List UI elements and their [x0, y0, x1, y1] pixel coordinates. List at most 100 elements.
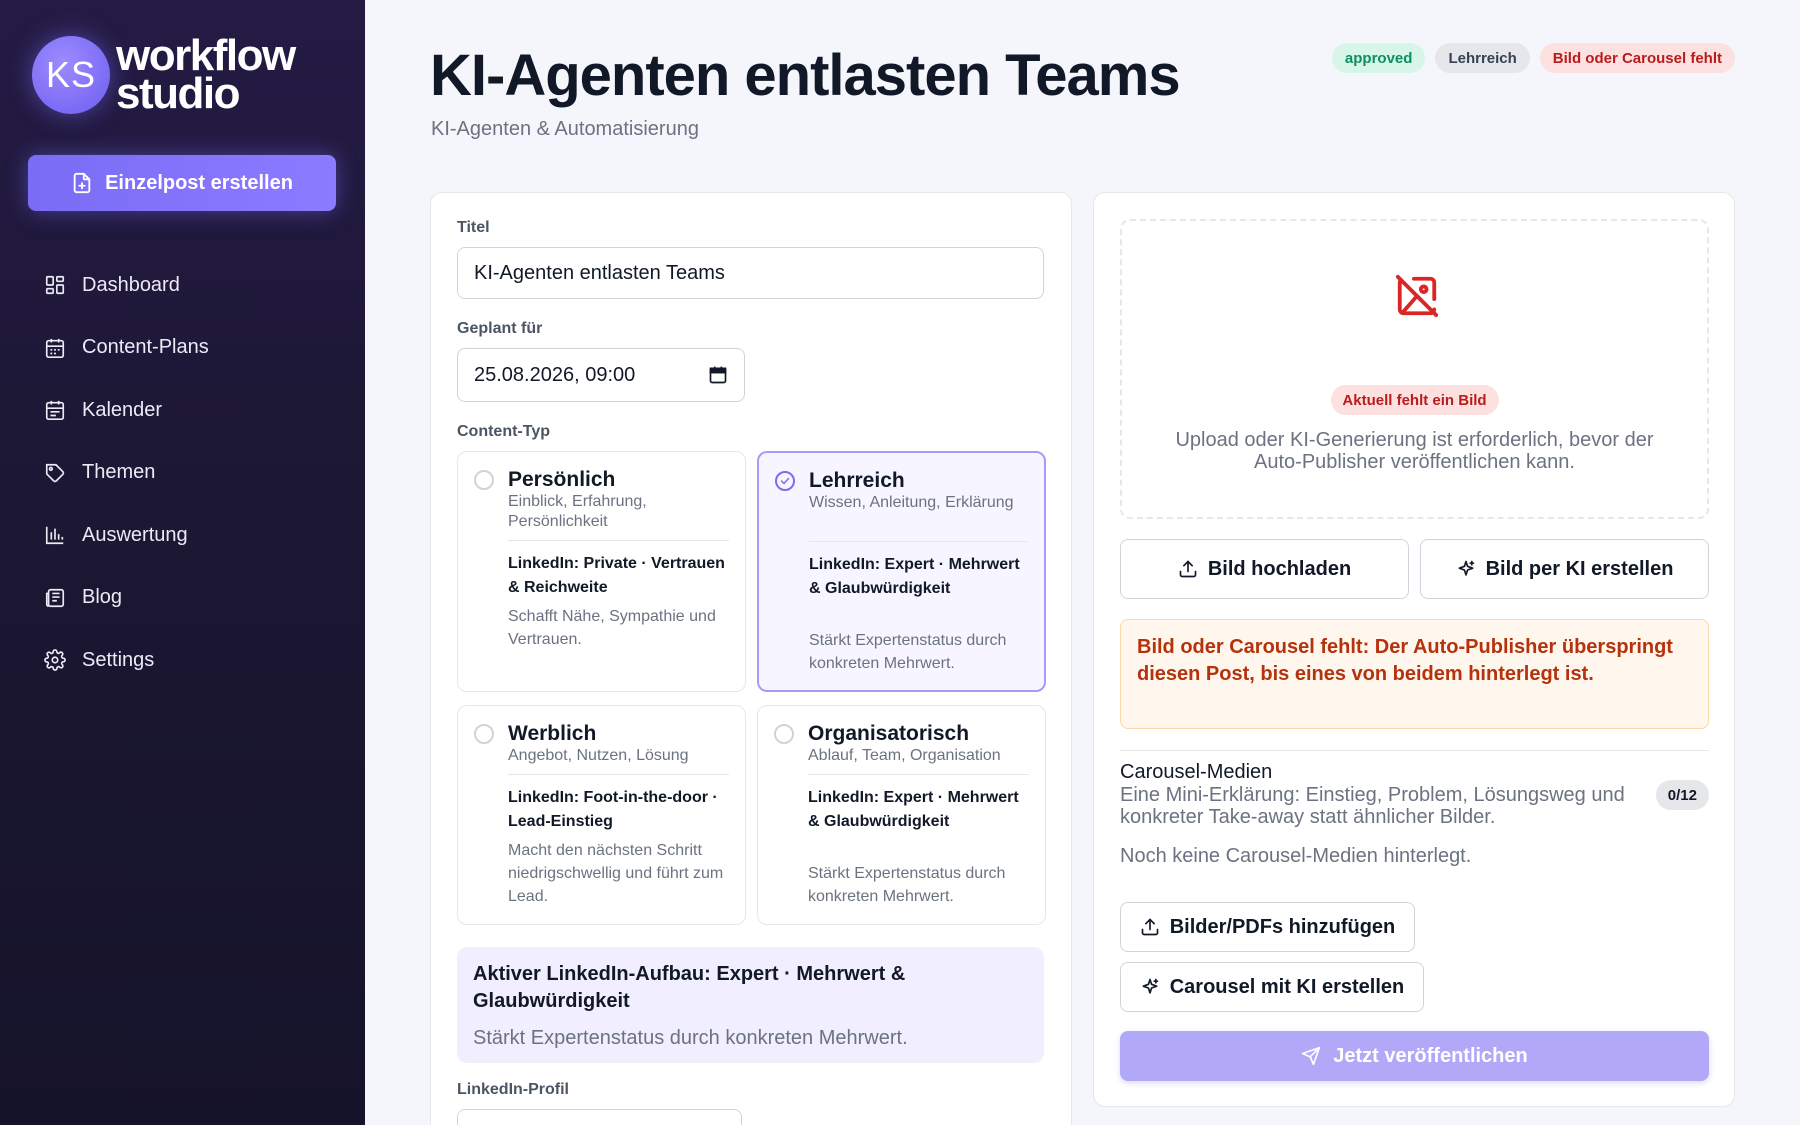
sidebar-item-label: Auswertung: [82, 523, 188, 546]
file-plus-icon: [73, 172, 91, 194]
page-subtitle: KI-Agenten & Automatisierung: [431, 118, 699, 140]
sidebar-item-label: Themen: [82, 461, 156, 484]
option-title: Organisatorisch: [808, 722, 970, 745]
radio-button[interactable]: [474, 724, 494, 744]
publish-now-label: Jetzt veröffentlichen: [1333, 1044, 1528, 1067]
option-note: Stärkt Expertenstatus durch konkreten Me…: [808, 865, 1006, 905]
content-type-option-lehrreich[interactable]: Lehrreich Wissen, Anleitung, Erklärung L…: [757, 451, 1046, 692]
sidebar-item-label: Content-Plans: [82, 336, 209, 359]
newspaper-icon: [45, 588, 65, 607]
sidebar-nav: Dashboard Content-Plans Kalender Themen …: [0, 254, 365, 692]
image-dropzone[interactable]: Aktuell fehlt ein Bild Upload oder KI-Ge…: [1120, 219, 1709, 519]
logo-mark: KS: [32, 36, 110, 114]
scheduled-label: Geplant für: [457, 320, 543, 337]
publish-now-button[interactable]: Jetzt veröffentlichen: [1120, 1031, 1709, 1081]
section-divider: [1120, 750, 1709, 751]
scheduled-datetime-input[interactable]: 25.08.2026, 09:00: [457, 348, 745, 402]
status-badges: approved Lehrreich Bild oder Carousel fe…: [1331, 43, 1735, 73]
add-files-label: Bilder/PDFs hinzufügen: [1169, 915, 1396, 938]
upload-image-button[interactable]: Bild hochladen: [1120, 539, 1409, 599]
sidebar-item-blog[interactable]: Blog: [0, 567, 365, 630]
image-missing-badge: Aktuell fehlt ein Bild: [1330, 385, 1499, 415]
image-off-icon: [1395, 274, 1439, 318]
generate-image-ai-button[interactable]: Bild per KI erstellen: [1420, 539, 1709, 599]
option-divider: [809, 541, 1028, 542]
content-type-option-werblich[interactable]: Werblich Angebot, Nutzen, Lösung LinkedI…: [457, 705, 746, 925]
send-icon: [1302, 1046, 1321, 1066]
calendar-icon: [45, 338, 65, 358]
logo-text: workflow studio: [116, 34, 296, 118]
missing-media-warning-text: Bild oder Carousel fehlt: Der Auto-Publi…: [1137, 636, 1673, 685]
radio-button[interactable]: [774, 724, 794, 744]
title-input[interactable]: KI-Agenten entlasten Teams: [457, 247, 1044, 299]
carousel-title: Carousel-Medien: [1120, 761, 1273, 783]
option-linkedin-strategy: LinkedIn: Expert · Mehrwert & Glaubwürdi…: [809, 556, 1020, 597]
sidebar-item-label: Kalender: [82, 398, 163, 421]
create-carousel-ai-button[interactable]: Carousel mit KI erstellen: [1120, 962, 1424, 1012]
create-carousel-ai-label: Carousel mit KI erstellen: [1169, 975, 1405, 998]
media-card: Aktuell fehlt ein Bild Upload oder KI-Ge…: [1093, 192, 1735, 1107]
content-type-option-persoenlich[interactable]: Persönlich Einblick, Erfahrung, Persönli…: [457, 451, 746, 692]
linkedin-profile-select[interactable]: [457, 1109, 742, 1125]
option-description: Wissen, Anleitung, Erklärung: [809, 494, 1014, 511]
dashboard-icon: [45, 276, 65, 295]
bar-chart-icon: [45, 527, 64, 545]
post-details-card: Titel KI-Agenten entlasten Teams Geplant…: [430, 192, 1072, 1125]
logo-line-2: studio: [116, 69, 240, 118]
page-title: KI-Agenten entlasten Teams: [430, 43, 1181, 108]
option-linkedin-strategy: LinkedIn: Private · Vertrauen & Reichwei…: [508, 555, 725, 596]
add-files-button[interactable]: Bilder/PDFs hinzufügen: [1120, 902, 1415, 952]
create-single-post-label: Einzelpost erstellen: [105, 171, 293, 194]
sidebar-item-label: Blog: [82, 586, 123, 609]
upload-image-label: Bild hochladen: [1207, 557, 1352, 580]
tag-icon: [45, 463, 65, 482]
sidebar-item-content-plans[interactable]: Content-Plans: [0, 317, 365, 380]
sidebar-item-settings[interactable]: Settings: [0, 629, 365, 692]
check-icon: [780, 477, 790, 485]
option-title: Persönlich: [508, 468, 616, 491]
option-note: Schafft Nähe, Sympathie und Vertrauen.: [508, 608, 716, 648]
sidebar-item-auswertung[interactable]: Auswertung: [0, 504, 365, 567]
media-missing-badge: Bild oder Carousel fehlt: [1539, 43, 1735, 73]
linkedin-profile-label: LinkedIn-Profil: [457, 1081, 569, 1098]
content-type-option-organisatorisch[interactable]: Organisatorisch Ablauf, Team, Organisati…: [757, 705, 1046, 925]
content-type-label: Content-Typ: [457, 423, 551, 440]
sparkles-icon: [1142, 978, 1159, 994]
active-strategy-text: Stärkt Expertenstatus durch konkreten Me…: [473, 1027, 908, 1049]
sidebar-item-label: Dashboard: [82, 273, 180, 296]
option-divider: [808, 774, 1029, 775]
sidebar-item-dashboard[interactable]: Dashboard: [0, 254, 365, 317]
upload-icon: [1141, 918, 1159, 936]
title-label: Titel: [457, 219, 490, 236]
option-linkedin-strategy: LinkedIn: Expert · Mehrwert & Glaubwürdi…: [808, 789, 1019, 830]
radio-button-checked[interactable]: [775, 471, 795, 491]
sidebar: KS workflow studio Einzelpost erstellen …: [0, 0, 365, 1125]
gear-icon: [44, 649, 66, 672]
logo[interactable]: KS workflow studio: [32, 34, 296, 118]
option-description: Ablauf, Team, Organisation: [808, 747, 1001, 764]
radio-button[interactable]: [474, 470, 494, 490]
option-note: Stärkt Expertenstatus durch konkreten Me…: [809, 632, 1007, 672]
option-description: Angebot, Nutzen, Lösung: [508, 747, 689, 764]
upload-icon: [1179, 560, 1197, 578]
option-divider: [508, 774, 729, 775]
option-title: Werblich: [508, 722, 597, 745]
carousel-count-badge: 0/12: [1655, 780, 1709, 810]
create-single-post-button[interactable]: Einzelpost erstellen: [28, 155, 336, 211]
sidebar-item-kalender[interactable]: Kalender: [0, 379, 365, 442]
sparkles-icon: [1458, 560, 1474, 576]
missing-media-warning: Bild oder Carousel fehlt: Der Auto-Publi…: [1120, 619, 1709, 729]
option-description: Einblick, Erfahrung, Persönlichkeit: [508, 493, 647, 530]
active-strategy-title: Aktiver LinkedIn-Aufbau: Expert · Mehrwe…: [473, 963, 906, 1012]
active-linkedin-strategy-box: Aktiver LinkedIn-Aufbau: Expert · Mehrwe…: [457, 947, 1044, 1063]
calendar-picker-icon[interactable]: [708, 365, 728, 385]
status-badge-approved: approved: [1331, 43, 1426, 73]
calendar-icon: [45, 401, 65, 421]
content-type-badge: Lehrreich: [1435, 43, 1530, 73]
carousel-description: Eine Mini-Erklärung: Einstieg, Problem, …: [1120, 784, 1625, 828]
sidebar-item-label: Settings: [82, 648, 155, 671]
sidebar-item-themen[interactable]: Themen: [0, 442, 365, 505]
option-divider: [508, 540, 729, 541]
generate-image-ai-label: Bild per KI erstellen: [1485, 557, 1674, 580]
scheduled-datetime-value: 25.08.2026, 09:00: [474, 363, 636, 386]
